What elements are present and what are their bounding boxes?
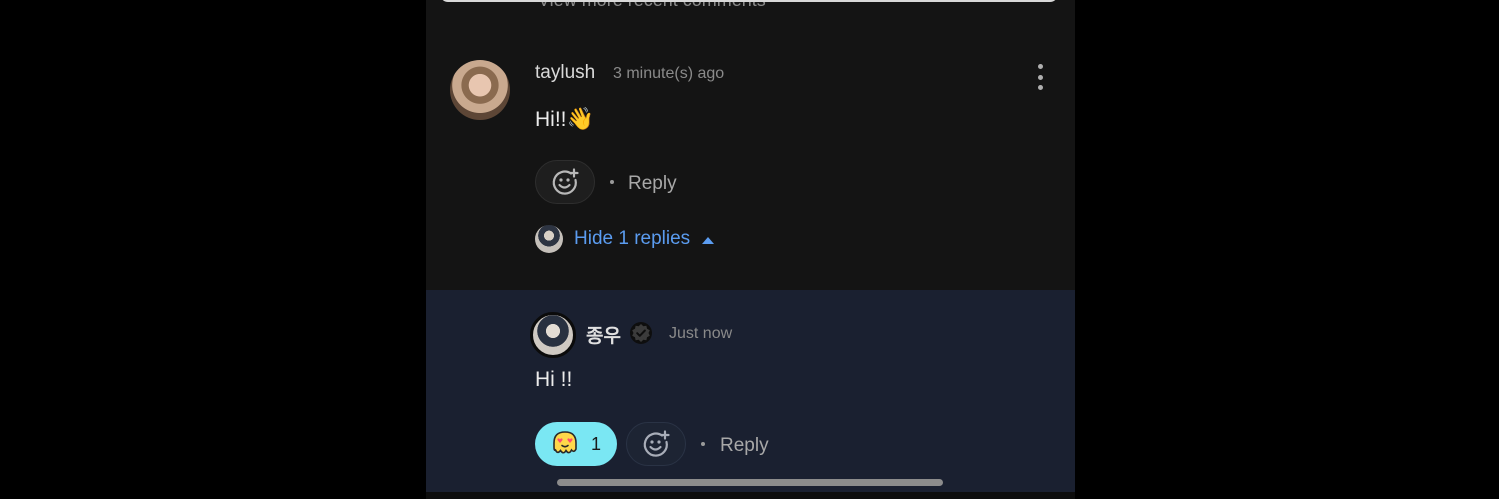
reply-button[interactable]: Reply [628,173,677,195]
reply-timestamp: Just now [669,325,733,342]
add-reaction-button[interactable] [535,160,595,204]
separator-dot [610,180,614,184]
more-vertical-icon[interactable] [1036,64,1044,90]
reply-avatar[interactable] [530,312,576,358]
separator-dot [701,442,705,446]
reply-container [426,290,1075,499]
reaction-pill[interactable]: 1 [535,422,617,466]
reply-text: Hi !! [535,368,573,391]
verified-badge-icon [630,322,652,344]
comment-timestamp: 3 minute(s) ago [613,65,725,82]
heart-eyes-ghost-icon [553,431,577,454]
reply-username[interactable]: 종우 [586,321,621,348]
input-box-edge [440,0,1058,2]
wave-emoji: 👋 [566,106,594,131]
reply-button[interactable]: Reply [720,435,769,457]
comment-text: Hi!!👋 [535,106,594,132]
comments-screen: View more recent comments taylush 3 minu… [426,0,1075,499]
comment-username[interactable]: taylush [535,62,595,84]
reaction-count: 1 [591,433,602,454]
hide-replies-toggle[interactable]: Hide 1 replies [535,224,715,254]
add-reaction-icon [552,168,579,195]
hide-replies-label: Hide 1 replies [574,228,691,249]
home-indicator[interactable] [557,479,943,486]
add-reaction-icon [643,430,670,457]
add-reaction-button[interactable] [626,422,686,466]
reply-author-avatar [535,225,563,253]
comment-text-content: Hi!! [535,108,567,131]
caret-up-icon [702,236,715,244]
avatar[interactable] [450,60,510,120]
bottom-edge [426,492,1075,499]
